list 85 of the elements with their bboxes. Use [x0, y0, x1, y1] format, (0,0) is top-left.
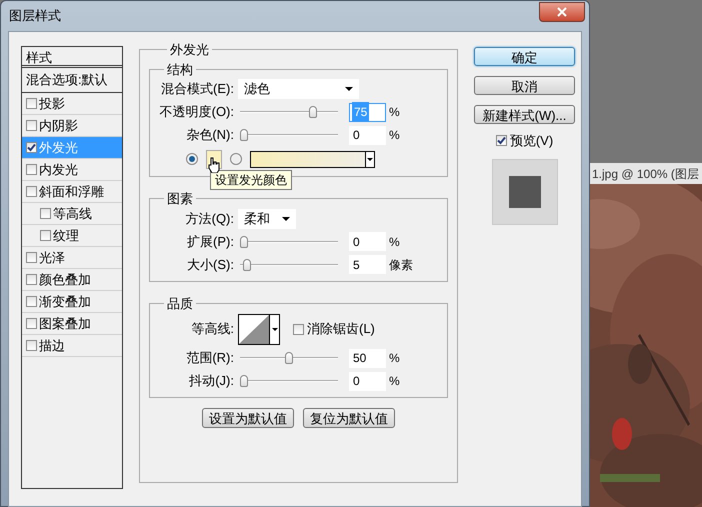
field-label: 不透明度(O): — [158, 103, 235, 122]
caret-icon — [367, 158, 373, 160]
field-label: 等高线: — [190, 320, 235, 338]
field-label: 杂色(N): — [185, 126, 235, 144]
slider-thumb[interactable] — [309, 106, 318, 118]
list-item[interactable]: 斜面和浮雕 — [22, 181, 122, 203]
list-item[interactable]: 光泽 — [22, 247, 122, 269]
input-value: 75 — [353, 103, 368, 121]
checkbox-label: 消除锯齿(L) — [307, 320, 375, 338]
tooltip: 设置发光颜色 — [210, 170, 292, 190]
list-item[interactable]: 渐变叠加 — [22, 291, 122, 313]
dropdown[interactable]: 滤色 — [238, 79, 359, 99]
field-label: 混合模式(E): — [160, 80, 235, 98]
panel-title: 外发光 — [169, 41, 210, 59]
caret-icon — [272, 328, 278, 330]
checkbox[interactable] — [26, 296, 37, 307]
slider-thumb[interactable] — [240, 129, 248, 141]
checkbox[interactable] — [26, 340, 37, 351]
input-field[interactable]: 0 — [349, 232, 386, 251]
gradient-picker[interactable] — [250, 150, 375, 168]
checkbox[interactable] — [26, 252, 37, 263]
dialog-button[interactable]: 确定 — [474, 47, 575, 66]
input-value: 0 — [353, 234, 360, 250]
input-value: 5 — [353, 256, 360, 274]
contour-picker[interactable] — [238, 314, 280, 344]
checkbox-label: 预览(V) — [510, 132, 554, 150]
unit-label: % — [389, 350, 400, 367]
list-item[interactable]: 混合选项:默认 — [22, 68, 122, 93]
input-field[interactable]: 5 — [349, 255, 386, 274]
field-label: 扩展(P): — [186, 232, 235, 251]
input-field[interactable]: 0 — [349, 372, 386, 390]
input-field[interactable]: 50 — [349, 348, 386, 368]
unit-label: % — [389, 373, 400, 390]
dropdown[interactable]: 柔和 — [238, 208, 296, 228]
reset-button[interactable]: 设置为默认值 — [202, 408, 294, 428]
checkbox[interactable] — [293, 324, 304, 334]
window-title: 图层样式 — [9, 7, 61, 26]
list-item[interactable]: 投影 — [22, 93, 122, 115]
checkbox[interactable] — [26, 120, 37, 131]
list-item[interactable]: 图案叠加 — [22, 313, 122, 335]
checkbox[interactable] — [26, 164, 37, 175]
checkbox[interactable] — [26, 186, 37, 197]
list-item[interactable]: 内发光 — [22, 159, 122, 181]
checkbox[interactable] — [26, 274, 37, 285]
field-label: 范围(R): — [185, 349, 235, 368]
group-title: 结构 — [166, 60, 194, 78]
field-label: 方法(Q): — [184, 210, 235, 228]
unit-label: % — [389, 104, 400, 121]
hand-cursor-icon — [208, 157, 220, 173]
list-item[interactable]: 描边 — [22, 335, 122, 357]
list-header: 样式 — [22, 47, 122, 68]
slider-thumb[interactable] — [240, 375, 248, 387]
reset-button[interactable]: 复位为默认值 — [303, 408, 395, 428]
caret-icon — [282, 216, 290, 220]
input-field[interactable]: 0 — [349, 126, 386, 144]
unit-label: % — [389, 234, 400, 250]
preview-swatch — [508, 176, 540, 208]
radio-button[interactable] — [230, 153, 242, 165]
radio-button[interactable] — [186, 153, 198, 165]
checkbox[interactable] — [40, 208, 51, 219]
field-label: 大小(S): — [186, 256, 235, 274]
checkbox[interactable] — [40, 230, 51, 241]
unit-label: 像素 — [389, 256, 413, 274]
list-item[interactable]: 等高线 — [22, 203, 122, 225]
dialog-button[interactable]: 取消 — [474, 76, 575, 95]
input-value: 50 — [353, 350, 366, 367]
caret-icon — [345, 87, 353, 91]
checkbox[interactable] — [26, 142, 37, 153]
group-title: 图素 — [166, 190, 194, 208]
checkbox[interactable] — [496, 135, 507, 146]
close-icon — [557, 7, 567, 17]
dialog-button[interactable]: 新建样式(W)... — [474, 105, 575, 124]
input-value: 0 — [353, 373, 360, 390]
close-button[interactable] — [539, 2, 585, 22]
unit-label: % — [389, 127, 400, 144]
list-item[interactable]: 颜色叠加 — [22, 269, 122, 291]
slider-thumb[interactable] — [285, 352, 293, 364]
slider-thumb[interactable] — [242, 258, 251, 270]
checkbox[interactable] — [26, 98, 37, 109]
group-title: 品质 — [166, 294, 194, 312]
checkbox[interactable] — [26, 318, 37, 329]
field-label: 抖动(J): — [188, 372, 235, 390]
slider-thumb[interactable] — [240, 236, 248, 248]
input-value: 0 — [353, 127, 360, 144]
list-item[interactable]: 纹理 — [22, 225, 122, 247]
